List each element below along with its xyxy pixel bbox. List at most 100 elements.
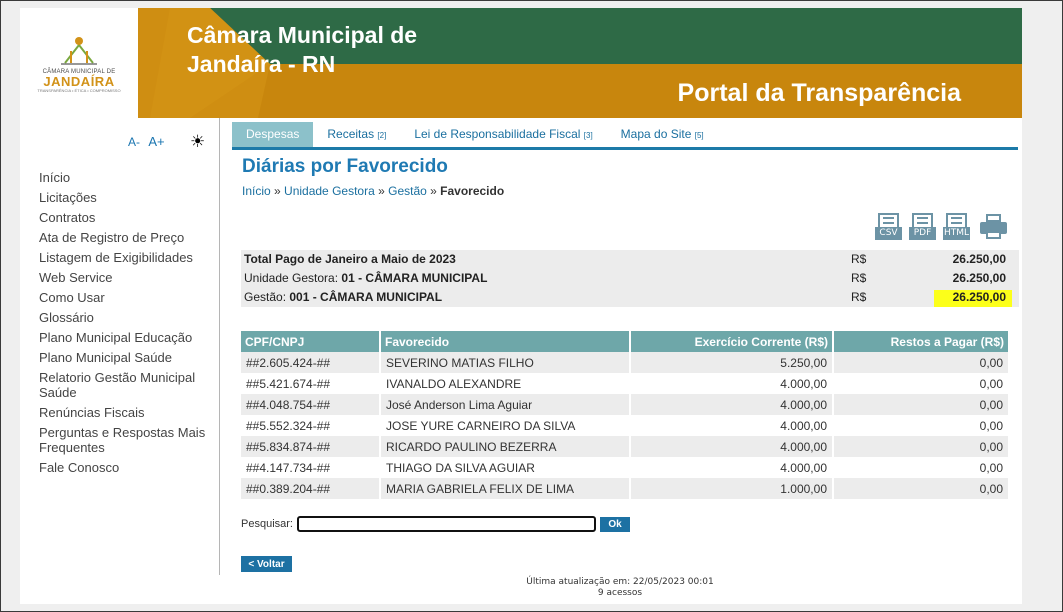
sidebar-item-licitacoes[interactable]: Licitações bbox=[39, 190, 209, 205]
page: CÂMARA MUNICIPAL DE JANDAÍRA TRANSPARÊNC… bbox=[20, 8, 1022, 604]
currency-label: R$ bbox=[851, 271, 867, 285]
font-decrease-button[interactable]: A- bbox=[128, 135, 140, 149]
cell-restos: 0,00 bbox=[833, 352, 1008, 373]
portal-title: Portal da Transparência bbox=[677, 79, 961, 107]
sidebar-item-relatorio-gestao-saude[interactable]: Relatorio Gestão Municipal Saúde bbox=[39, 370, 209, 400]
back-button[interactable]: < Voltar bbox=[241, 556, 292, 572]
breadcrumb-separator: » bbox=[374, 184, 389, 198]
breadcrumb-home[interactable]: Início bbox=[242, 184, 271, 198]
cell-exercicio: 4.000,00 bbox=[630, 394, 834, 415]
cell-restos: 0,00 bbox=[833, 457, 1008, 478]
cell-cpf: ##0.389.204-## bbox=[241, 478, 381, 499]
cell-exercicio: 4.000,00 bbox=[630, 436, 834, 457]
html-label: HTML bbox=[943, 227, 970, 240]
tab-count: [5] bbox=[694, 131, 704, 140]
logo[interactable]: CÂMARA MUNICIPAL DE JANDAÍRA TRANSPARÊNC… bbox=[20, 8, 138, 118]
table-row[interactable]: ##0.389.204-## MARIA GABRIELA FELIX DE L… bbox=[241, 478, 1008, 499]
sidebar-item-inicio[interactable]: Início bbox=[39, 170, 209, 185]
sidebar-item-glossario[interactable]: Glossário bbox=[39, 310, 209, 325]
tab-receitas[interactable]: Receitas [2] bbox=[313, 122, 400, 147]
html-export-icon[interactable]: HTML bbox=[943, 213, 970, 242]
sidebar-item-como-usar[interactable]: Como Usar bbox=[39, 290, 209, 305]
table-row[interactable]: ##5.421.674-## IVANALDO ALEXANDRE 4.000,… bbox=[241, 373, 1008, 394]
table-row[interactable]: ##5.552.324-## JOSE YURE CARNEIRO DA SIL… bbox=[241, 415, 1008, 436]
search-label: Pesquisar: bbox=[241, 518, 293, 530]
cell-cpf: ##5.552.324-## bbox=[241, 415, 381, 436]
logo-emblem-icon bbox=[61, 37, 97, 65]
cell-cpf: ##5.834.874-## bbox=[241, 436, 381, 457]
summary-box: Total Pago de Janeiro a Maio de 2023 R$ … bbox=[241, 250, 1019, 307]
currency-label: R$ bbox=[851, 252, 867, 266]
breadcrumb-separator: » bbox=[270, 184, 285, 198]
main-tabs: Despesas Receitas [2] Lei de Responsabil… bbox=[232, 122, 1018, 150]
last-updated-text: Última atualização em: 22/05/2023 00:01 bbox=[526, 577, 714, 587]
table-row[interactable]: ##5.834.874-## RICARDO PAULINO BEZERRA 4… bbox=[241, 436, 1008, 457]
font-size-controls: A- A+ bbox=[128, 134, 170, 149]
logo-text-main: JANDAÍRA bbox=[43, 74, 115, 89]
csv-export-icon[interactable]: CSV bbox=[875, 213, 902, 242]
sidebar-item-web-service[interactable]: Web Service bbox=[39, 270, 209, 285]
sidebar-item-renuncias-fiscais[interactable]: Renúncias Fiscais bbox=[39, 405, 209, 420]
cell-restos: 0,00 bbox=[833, 394, 1008, 415]
cell-favorecido: SEVERINO MATIAS FILHO bbox=[380, 352, 631, 373]
site-title: Câmara Municipal de Jandaíra - RN bbox=[187, 22, 418, 77]
browser-frame: CÂMARA MUNICIPAL DE JANDAÍRA TRANSPARÊNC… bbox=[0, 0, 1063, 612]
cell-cpf: ##2.605.424-## bbox=[241, 352, 381, 373]
logo-text-bottom: TRANSPARÊNCIA • ÉTICA • COMPROMISSO bbox=[37, 88, 121, 93]
sidebar-menu: Início Licitações Contratos Ata de Regis… bbox=[39, 170, 209, 480]
search-ok-button[interactable]: Ok bbox=[599, 516, 630, 532]
cell-exercicio: 1.000,00 bbox=[630, 478, 834, 499]
sidebar-item-fale-conosco[interactable]: Fale Conosco bbox=[39, 460, 209, 475]
sidebar-item-plano-educacao[interactable]: Plano Municipal Educação bbox=[39, 330, 209, 345]
sun-icon[interactable]: ☀ bbox=[190, 132, 205, 152]
tab-label: Lei de Responsabilidade Fiscal bbox=[414, 127, 581, 141]
column-header-restos[interactable]: Restos a Pagar (R$) bbox=[833, 331, 1008, 352]
font-increase-button[interactable]: A+ bbox=[148, 134, 164, 149]
cell-favorecido: IVANALDO ALEXANDRE bbox=[380, 373, 631, 394]
tab-count: [2] bbox=[377, 131, 387, 140]
tab-count: [3] bbox=[583, 131, 593, 140]
column-header-favorecido[interactable]: Favorecido bbox=[380, 331, 631, 352]
page-title: Diárias por Favorecido bbox=[242, 156, 448, 177]
table-row[interactable]: ##2.605.424-## SEVERINO MATIAS FILHO 5.2… bbox=[241, 352, 1008, 373]
summary-unit: Unidade Gestora: 01 - CÂMARA MUNICIPAL bbox=[244, 269, 487, 288]
breadcrumb-separator: » bbox=[426, 184, 441, 198]
cell-restos: 0,00 bbox=[833, 415, 1008, 436]
cell-restos: 0,00 bbox=[833, 436, 1008, 457]
sidebar-item-contratos[interactable]: Contratos bbox=[39, 210, 209, 225]
tab-label: Mapa do Site bbox=[620, 127, 692, 141]
sidebar-item-ata-registro-preco[interactable]: Ata de Registro de Preço bbox=[39, 230, 209, 245]
breadcrumb-unidade-gestora[interactable]: Unidade Gestora bbox=[284, 184, 375, 198]
export-toolbar: CSV PDF HTML bbox=[875, 213, 1007, 242]
summary-total-row: Total Pago de Janeiro a Maio de 2023 R$ … bbox=[244, 250, 1016, 269]
cell-cpf: ##4.048.754-## bbox=[241, 394, 381, 415]
pdf-export-icon[interactable]: PDF bbox=[909, 213, 936, 242]
summary-unit-row: Unidade Gestora: 01 - CÂMARA MUNICIPAL R… bbox=[244, 269, 1016, 288]
table-header-row: CPF/CNPJ Favorecido Exercício Corrente (… bbox=[241, 331, 1008, 352]
summary-gestao: Gestão: 001 - CÂMARA MUNICIPAL bbox=[244, 288, 442, 307]
table-row[interactable]: ##4.048.754-## José Anderson Lima Aguiar… bbox=[241, 394, 1008, 415]
tab-label: Despesas bbox=[246, 127, 300, 141]
cell-exercicio: 4.000,00 bbox=[630, 415, 834, 436]
visit-counter: 9 acessos bbox=[597, 588, 643, 598]
sidebar: A- A+ ☀ Início Licitações Contratos Ata … bbox=[20, 118, 220, 575]
favorecidos-table: CPF/CNPJ Favorecido Exercício Corrente (… bbox=[241, 331, 1008, 499]
tab-lrf[interactable]: Lei de Responsabilidade Fiscal [3] bbox=[400, 122, 606, 147]
table-row[interactable]: ##4.147.734-## THIAGO DA SILVA AGUIAR 4.… bbox=[241, 457, 1008, 478]
sidebar-item-perguntas-respostas[interactable]: Perguntas e Respostas Mais Frequentes bbox=[39, 425, 209, 455]
search-input[interactable] bbox=[296, 516, 596, 532]
printer-icon[interactable] bbox=[980, 213, 1007, 240]
column-header-cpf[interactable]: CPF/CNPJ bbox=[241, 331, 381, 352]
breadcrumb-current: Favorecido bbox=[440, 184, 505, 198]
breadcrumb-gestao[interactable]: Gestão bbox=[388, 184, 427, 198]
cell-favorecido: José Anderson Lima Aguiar bbox=[380, 394, 631, 415]
cell-favorecido: THIAGO DA SILVA AGUIAR bbox=[380, 457, 631, 478]
sidebar-item-listagem-exigibilidades[interactable]: Listagem de Exigibilidades bbox=[39, 250, 209, 265]
cell-cpf: ##5.421.674-## bbox=[241, 373, 381, 394]
column-header-exercicio[interactable]: Exercício Corrente (R$) bbox=[630, 331, 834, 352]
tab-mapa-site[interactable]: Mapa do Site [5] bbox=[607, 122, 718, 147]
tab-despesas[interactable]: Despesas bbox=[232, 122, 314, 147]
sidebar-item-plano-saude[interactable]: Plano Municipal Saúde bbox=[39, 350, 209, 365]
cell-restos: 0,00 bbox=[833, 373, 1008, 394]
pdf-label: PDF bbox=[909, 227, 936, 240]
